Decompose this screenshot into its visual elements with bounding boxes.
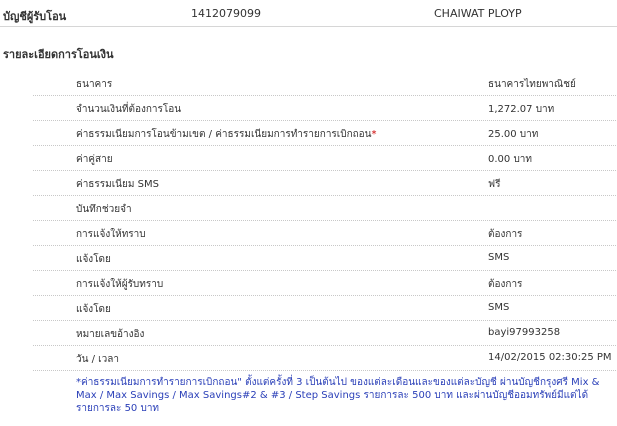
- detail-label: แจ้งโดย: [76, 304, 111, 315]
- detail-row-sms-fee: ค่าธรรมเนียม SMS ฟรี: [33, 171, 616, 196]
- detail-row-line-fee: ค่าคู่สาย 0.00 บาท: [33, 146, 616, 171]
- detail-value: 25.00 บาท: [488, 129, 539, 140]
- detail-value: SMS: [488, 302, 510, 313]
- detail-value: bayi97993258: [488, 327, 561, 338]
- detail-row-memo: บันทึกช่วยจำ: [33, 196, 616, 221]
- detail-value: 0.00 บาท: [488, 154, 532, 165]
- fee-label-text: ค่าธรรมเนียมการโอนข้ามเขต / ค่าธรรมเนียม…: [76, 129, 372, 140]
- detail-row-fee: ค่าธรรมเนียมการโอนข้ามเขต / ค่าธรรมเนียม…: [33, 121, 616, 146]
- detail-value: 1,272.07 บาท: [488, 104, 555, 115]
- detail-label: ค่าคู่สาย: [76, 154, 113, 165]
- recipient-name: CHAIWAT PLOYP: [434, 7, 522, 20]
- detail-value: ต้องการ: [488, 279, 523, 290]
- detail-value: SMS: [488, 252, 510, 263]
- footnote-marker: *: [371, 129, 377, 140]
- detail-row-notify-by: แจ้งโดย SMS: [33, 246, 616, 271]
- detail-label: หมายเลขอ้างอิง: [76, 329, 145, 340]
- detail-value: ฟรี: [488, 179, 501, 190]
- detail-label: การแจ้งให้ทราบ: [76, 229, 146, 240]
- transfer-details-title: รายละเอียดการโอนเงิน: [3, 48, 114, 61]
- detail-label: แจ้งโดย: [76, 254, 111, 265]
- detail-value: 14/02/2015 02:30:25 PM: [488, 352, 612, 363]
- detail-label: ค่าธรรมเนียม SMS: [76, 179, 159, 190]
- fee-footnote: *ค่าธรรมเนียมการทำรายการเบิกถอน" ตั้งแต่…: [76, 377, 600, 414]
- detail-value: ธนาคารไทยพาณิชย์: [488, 79, 576, 90]
- detail-row-bank: ธนาคาร ธนาคารไทยพาณิชย์: [33, 71, 616, 96]
- recipient-account-number: 1412079099: [191, 7, 261, 20]
- detail-row-amount: จำนวนเงินที่ต้องการโอน 1,272.07 บาท: [33, 96, 616, 121]
- detail-label: บันทึกช่วยจำ: [76, 204, 132, 215]
- detail-row-datetime: วัน / เวลา 14/02/2015 02:30:25 PM: [33, 346, 616, 371]
- detail-label: จำนวนเงินที่ต้องการโอน: [76, 104, 182, 115]
- recipient-account-row: บัญชีผู้รับโอน 1412079099 CHAIWAT PLOYP: [0, 0, 617, 27]
- detail-label: วัน / เวลา: [76, 354, 119, 365]
- detail-row-reference: หมายเลขอ้างอิง bayi97993258: [33, 321, 616, 346]
- detail-label: ค่าธรรมเนียมการโอนข้ามเขต / ค่าธรรมเนียม…: [76, 127, 377, 142]
- recipient-account-label: บัญชีผู้รับโอน: [3, 10, 67, 23]
- detail-label: ธนาคาร: [76, 79, 113, 90]
- detail-label: การแจ้งให้ผู้รับทราบ: [76, 279, 164, 290]
- detail-row-notify-recipient: การแจ้งให้ผู้รับทราบ ต้องการ: [33, 271, 616, 296]
- transfer-details-list: ธนาคาร ธนาคารไทยพาณิชย์ จำนวนเงินที่ต้อง…: [33, 71, 616, 371]
- detail-row-notify: การแจ้งให้ทราบ ต้องการ: [33, 221, 616, 246]
- detail-row-recipient-notify-by: แจ้งโดย SMS: [33, 296, 616, 321]
- detail-value: ต้องการ: [488, 229, 523, 240]
